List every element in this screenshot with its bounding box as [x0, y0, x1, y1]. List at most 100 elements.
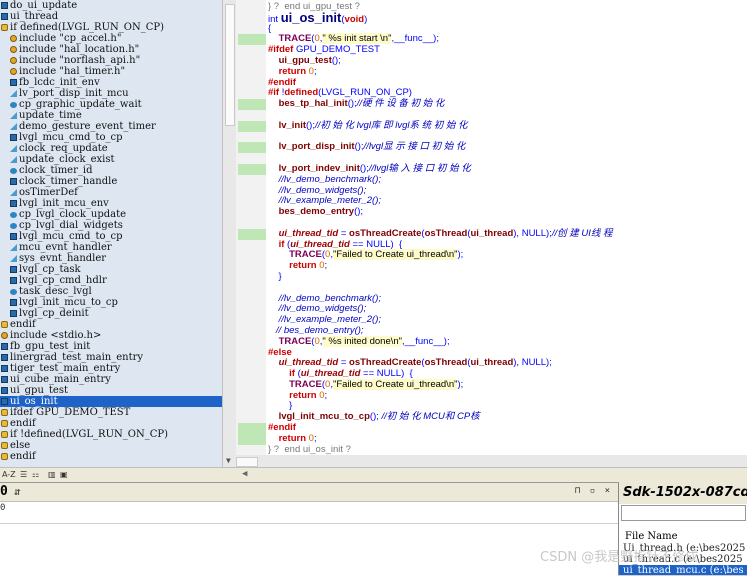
symbol-item[interactable]: demo_gesture_event_timer — [0, 121, 222, 132]
project-title: Sdk-1502x-087cde — [619, 482, 747, 504]
editor-status-bar: ◀ — [236, 467, 747, 483]
symbol-item[interactable]: fb_gpu_test_init — [0, 341, 222, 352]
sort-alpha-button[interactable]: A-Z — [2, 470, 16, 480]
symbol-item[interactable]: ifdef GPU_DEMO_TEST — [0, 407, 222, 418]
symbol-item[interactable]: cp_lvgl_clock_update — [0, 209, 222, 220]
symbol-item[interactable]: lvgl_init_mcu_env — [0, 198, 222, 209]
code-line[interactable]: lv_init();//初 始 化 lvgl库 即 lvgl系 统 初 始 化 — [268, 120, 747, 132]
change-marker — [238, 99, 266, 110]
symbol-item[interactable]: update_clock_exist — [0, 154, 222, 165]
symbol-item[interactable]: ui_os_init — [0, 396, 222, 407]
symbol-item[interactable]: linergrad_test_main_entry — [0, 352, 222, 363]
editor-horizontal-scrollbar[interactable] — [236, 455, 747, 467]
symbol-list-scrollbar[interactable]: ▼ — [222, 0, 237, 467]
code-line[interactable]: lvgl_init_mcu_to_cp(); //初 始 化 MCU和 CP核 — [268, 411, 747, 423]
symbol-label: demo_gesture_event_timer — [19, 121, 156, 132]
book-icon[interactable]: ▥ — [48, 470, 56, 480]
tree-view-icon[interactable]: ⚏ — [32, 470, 39, 480]
symbol-item[interactable]: if !defined(LVGL_RUN_ON_CP) — [0, 429, 222, 440]
symbol-item[interactable]: tiger_test_main_entry — [0, 363, 222, 374]
symbol-item[interactable]: include "cp_accel.h" — [0, 33, 222, 44]
code-line[interactable]: lv_port_disp_init();//lvgl显 示 接 口 初 始 化 — [268, 141, 747, 153]
code-line[interactable]: return 0; — [268, 389, 747, 402]
file-item[interactable]: ui_thread_mcu.c (e:\bes — [619, 565, 747, 575]
window-controls[interactable]: ⊓ ▫ × — [575, 486, 612, 496]
symbol-label: include "norflash_api.h" — [19, 55, 141, 66]
scroll-down-arrow-icon[interactable]: ▼ — [226, 456, 231, 465]
code-line[interactable]: #endif — [268, 422, 747, 434]
code-line[interactable]: bes_tp_hal_init();//硬 件 设 备 初 始 化 — [268, 98, 747, 110]
symbol-label: mcu_evnt_handler — [19, 242, 112, 253]
code-line[interactable]: TRACE(0," %s inited done\n",__func__); — [268, 335, 747, 348]
symbol-item[interactable]: cp_lvgl_dial_widgets — [0, 220, 222, 231]
output-counter: 0 — [0, 484, 8, 499]
symbol-item[interactable]: mcu_evnt_handler — [0, 242, 222, 253]
symbol-item[interactable]: clock_req_update — [0, 143, 222, 154]
include-icon — [10, 57, 17, 64]
symbol-item[interactable]: endif — [0, 319, 222, 330]
symbol-item[interactable]: include "hal_location.h" — [0, 44, 222, 55]
symbol-label: lvgl_init_mcu_env — [19, 198, 109, 209]
list-view-icon[interactable]: ☰ — [20, 470, 27, 480]
file-name-column-header[interactable]: File Name — [619, 531, 747, 543]
code-line[interactable]: return 0; — [268, 66, 747, 78]
func-icon — [1, 354, 8, 361]
code-token: == NULL) { — [360, 368, 413, 380]
var-icon — [10, 212, 17, 218]
symbol-item[interactable]: include <stdio.h> — [0, 330, 222, 341]
symbol-item[interactable]: sys_evnt_handler — [0, 253, 222, 264]
symbol-item[interactable]: clock_timer_handle — [0, 176, 222, 187]
symbol-item[interactable]: fb_lcdc_init_env — [0, 77, 222, 88]
field-icon — [10, 156, 17, 163]
symbol-item[interactable]: do_ui_update — [0, 0, 222, 11]
symbol-item[interactable]: lv_port_disp_init_mcu — [0, 88, 222, 99]
code-line[interactable]: TRACE(0,"Failed to Create ui_thread\n"); — [268, 249, 747, 261]
code-line[interactable]: int ui_os_init(void) — [268, 11, 747, 25]
symbol-item[interactable]: ui_gpu_test — [0, 385, 222, 396]
code-token: return — [289, 389, 317, 401]
code-token: lvgl_init_mcu_to_cp — [278, 411, 370, 423]
symbol-item[interactable]: clock_timer_id — [0, 165, 222, 176]
code-token: (); — [347, 98, 357, 110]
symbol-item[interactable]: lvgl_init_mcu_to_cp — [0, 297, 222, 308]
code-line[interactable]: } ? end ui_os_init ? — [268, 444, 747, 455]
scroll-left-arrow-icon[interactable]: ◀ — [242, 469, 247, 479]
symbol-item[interactable]: lvgl_cp_task — [0, 264, 222, 275]
symbol-item[interactable]: osTimerDef — [0, 187, 222, 198]
scrollbar-thumb[interactable] — [236, 457, 258, 467]
code-line[interactable]: return 0; — [268, 260, 747, 272]
window-icon[interactable]: ▣ — [60, 470, 68, 480]
symbol-item[interactable]: endif — [0, 451, 222, 462]
symbol-item[interactable]: cp_graphic_update_wait — [0, 99, 222, 110]
symbol-item[interactable]: task_desc_lvgl — [0, 286, 222, 297]
sort-icon[interactable]: ⇵ — [14, 485, 21, 498]
symbol-item[interactable]: ui_cube_main_entry — [0, 374, 222, 385]
func-icon — [10, 79, 17, 86]
func-icon — [1, 376, 8, 383]
symbol-item[interactable]: include "hal_timer.h" — [0, 66, 222, 77]
symbol-item[interactable]: else — [0, 440, 222, 451]
code-token: ; — [324, 260, 328, 272]
symbol-item[interactable]: ui_thread — [0, 11, 222, 22]
file-search-input[interactable] — [621, 505, 746, 521]
change-marker — [238, 142, 266, 154]
code-token: "Failed to Create ui_thread\n" — [332, 378, 458, 390]
symbol-item[interactable]: lvgl_cp_cmd_hdlr — [0, 275, 222, 286]
code-line[interactable]: bes_demo_entry(); — [268, 206, 747, 218]
symbol-item[interactable]: endif — [0, 418, 222, 429]
symbol-item[interactable]: update_time — [0, 110, 222, 121]
symbol-list-panel[interactable]: do_ui_update ui_thread if defined(LVGL_RUN… — [0, 0, 222, 467]
code-line[interactable]: TRACE(0,"Failed to Create ui_thread\n"); — [268, 378, 747, 391]
code-editor[interactable]: } ? end ui_gpu_test ? int ui_os_init(void… — [236, 0, 747, 455]
code-line[interactable]: ui_gpu_test(); — [268, 55, 747, 67]
symbol-item[interactable]: lvgl_mcu_cmd_to_cp — [0, 231, 222, 242]
symbol-item[interactable]: lvgl_cp_deinit — [0, 308, 222, 319]
code-area[interactable]: } ? end ui_gpu_test ? int ui_os_init(void… — [268, 1, 747, 455]
symbol-item[interactable]: include "norflash_api.h" — [0, 55, 222, 66]
symbol-item[interactable]: lvgl_mcu_cmd_to_cp — [0, 132, 222, 143]
symbol-item[interactable]: if defined(LVGL_RUN_ON_CP) — [0, 22, 222, 33]
output-toolbar: 0 ⇵ ⊓ ▫ × — [0, 483, 618, 502]
code-line[interactable]: } — [268, 271, 747, 283]
scrollbar-thumb[interactable] — [225, 4, 235, 126]
